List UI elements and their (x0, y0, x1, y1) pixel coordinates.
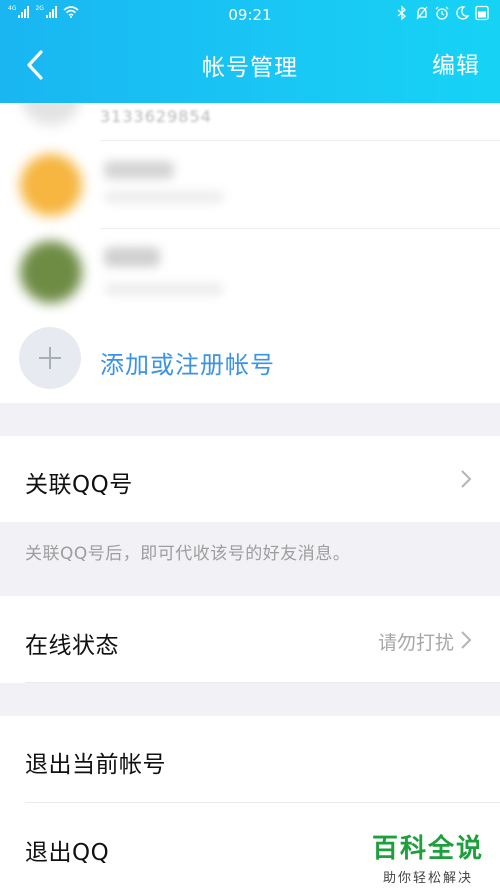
avatar (20, 154, 82, 216)
alarm-icon (435, 6, 449, 20)
watermark-brand: 百科全说 (371, 834, 484, 864)
status-bar: 4G 2G 09:21 (0, 0, 500, 28)
add-account-label: 添加或注册帐号 (100, 351, 275, 379)
linked-qq-label: 关联QQ号 (25, 472, 133, 498)
edit-button[interactable]: 编辑 (432, 46, 480, 80)
bluetooth-icon (397, 5, 406, 21)
quit-qq-label: 退出QQ (25, 840, 110, 866)
battery-icon (475, 5, 489, 21)
blurred-name (104, 161, 174, 179)
online-status-value: 请勿打扰 (377, 632, 454, 654)
linked-qq-row[interactable]: 关联QQ号 (0, 436, 500, 522)
moon-icon (456, 6, 470, 20)
plus-icon (39, 347, 61, 369)
account-item[interactable]: 3133629854 (0, 103, 500, 141)
blurred-number (104, 283, 224, 295)
account-item[interactable] (0, 141, 500, 229)
online-status-label: 在线状态 (25, 633, 119, 659)
blurred-name (104, 247, 160, 267)
logout-current-button[interactable]: 退出当前帐号 (0, 716, 500, 802)
account-item[interactable] (0, 229, 500, 317)
watermark-slogan: 助你轻松解决 (382, 871, 473, 886)
logout-current-label: 退出当前帐号 (25, 752, 166, 778)
chevron-right-icon (461, 470, 472, 488)
watermark: 百科全说 助你轻松解决 (372, 828, 484, 886)
chevron-right-icon (461, 631, 472, 649)
page-title: 帐号管理 (202, 55, 298, 81)
avatar (20, 241, 82, 303)
blurred-number (104, 191, 224, 203)
avatar (22, 103, 80, 125)
mute-bell-icon (416, 6, 428, 20)
add-button[interactable] (19, 327, 81, 389)
online-status-row[interactable]: 在线状态 请勿打扰 (0, 596, 500, 683)
app-header: 4G 2G 09:21 帐号管理 编辑 (0, 0, 500, 103)
linked-qq-note: 关联QQ号后，即可代收该号的好友消息。 (25, 544, 351, 564)
divider (25, 682, 500, 683)
account-number: 3133629854 (100, 107, 212, 126)
add-account-row[interactable]: 添加或注册帐号 (0, 315, 500, 403)
